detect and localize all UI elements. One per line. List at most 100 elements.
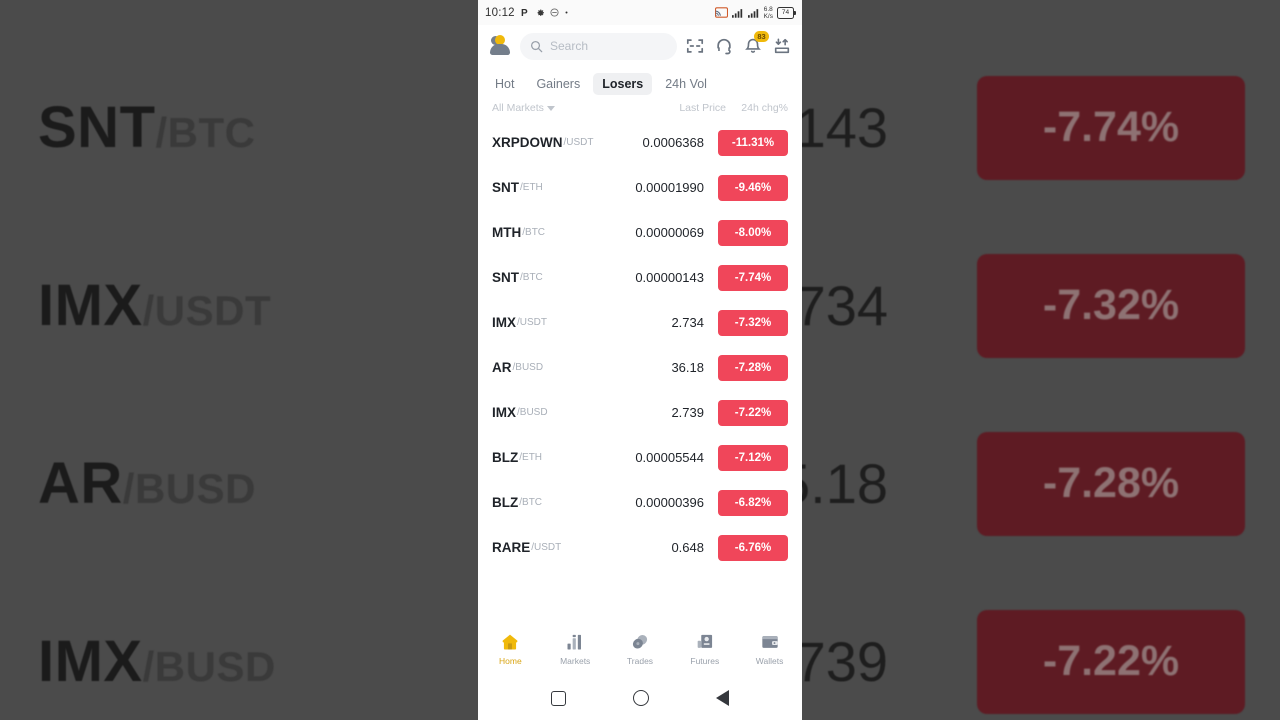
futures-icon — [697, 634, 712, 648]
table-row[interactable]: XRPDOWN /USDT 0.0006368 -11.31% — [478, 120, 802, 165]
column-last-price[interactable]: Last Price — [616, 102, 726, 114]
row-price: 36.18 — [671, 360, 704, 375]
nav-item-home[interactable]: Home — [478, 632, 543, 666]
recents-button[interactable] — [551, 690, 567, 706]
row-price: 0.00001990 — [635, 180, 704, 195]
tab-gainers[interactable]: Gainers — [527, 73, 589, 95]
row-change-badge[interactable]: -6.82% — [718, 489, 788, 516]
background-pair: IMX/USDT — [38, 273, 272, 338]
dot-icon — [565, 11, 568, 14]
dnd-icon — [550, 8, 559, 17]
background-change-badge: -7.22% — [977, 609, 1245, 714]
pair-base: SNT — [492, 270, 519, 285]
pair-base: IMX — [492, 405, 517, 420]
pair-quote: /ETH — [520, 182, 543, 193]
row-change-badge[interactable]: -8.00% — [718, 219, 788, 246]
tab-24h-vol[interactable]: 24h Vol — [656, 73, 716, 95]
table-row[interactable]: BLZ /BTC 0.00000396 -6.82% — [478, 480, 802, 525]
market-list: XRPDOWN /USDT 0.0006368 -11.31% SNT /ETH… — [478, 120, 802, 576]
avatar[interactable] — [489, 35, 511, 57]
background-price: 739 — [794, 630, 888, 693]
scan-icon[interactable] — [686, 37, 704, 55]
table-row[interactable]: MTH /BTC 0.00000069 -8.00% — [478, 210, 802, 255]
cast-icon — [714, 7, 728, 18]
row-price: 2.734 — [671, 315, 704, 330]
pair-base: IMX — [492, 315, 517, 330]
bottom-navigation: Home Markets Trades Futures Wallets — [478, 622, 802, 676]
search-input[interactable]: Search — [520, 32, 677, 60]
status-time: 10:12 — [485, 6, 515, 19]
background-pair: IMX/BUSD — [38, 629, 276, 694]
phone-screen: 10:12 P 6.8 K/s 74 Search 83 Hot Gainers… — [478, 0, 802, 720]
nav-item-trades[interactable]: Trades — [608, 632, 673, 666]
nav-item-markets[interactable]: Markets — [543, 632, 608, 666]
app-header: Search 83 — [478, 25, 802, 67]
row-price: 0.0006368 — [642, 135, 704, 150]
home-icon — [503, 634, 518, 650]
notification-badge: 83 — [754, 31, 769, 42]
row-change-badge[interactable]: -7.12% — [718, 444, 788, 471]
background-change-badge: -7.74% — [977, 75, 1245, 180]
background-change-badge: -7.28% — [977, 431, 1245, 536]
header-icon-group: 83 — [686, 31, 791, 55]
headset-icon[interactable] — [715, 37, 733, 55]
row-price: 0.00005544 — [635, 450, 704, 465]
nav-label: Trades — [626, 656, 654, 666]
row-price: 2.739 — [671, 405, 704, 420]
row-price: 0.648 — [671, 540, 704, 555]
table-row[interactable]: SNT /BTC 0.00000143 -7.74% — [478, 255, 802, 300]
chevron-down-icon — [546, 105, 555, 111]
row-price: 0.00000069 — [635, 225, 704, 240]
row-change-badge[interactable]: -7.32% — [718, 309, 788, 336]
row-change-badge[interactable]: -7.28% — [718, 354, 788, 381]
table-row[interactable]: SNT /ETH 0.00001990 -9.46% — [478, 165, 802, 210]
pair-quote: /USDT — [563, 137, 594, 148]
pair-base: MTH — [492, 225, 522, 240]
all-markets-label: All Markets — [492, 102, 544, 114]
nav-item-wallets[interactable]: Wallets — [737, 632, 802, 666]
markets-icon — [567, 634, 582, 650]
avatar-body — [490, 44, 510, 55]
row-price: 0.00000143 — [635, 270, 704, 285]
nav-item-futures[interactable]: Futures — [672, 632, 737, 666]
parking-p-icon: P — [521, 8, 528, 18]
column-header: All Markets Last Price 24h chg% — [478, 99, 802, 120]
nav-label: Futures — [690, 656, 720, 666]
pair-quote: /BTC — [519, 497, 543, 508]
pair-quote: /ETH — [519, 452, 543, 463]
status-bar: 10:12 P 6.8 K/s 74 — [478, 0, 802, 25]
nav-label: Home — [499, 656, 522, 666]
search-icon — [530, 40, 543, 52]
row-price: 0.00000396 — [635, 495, 704, 510]
tab-hot[interactable]: Hot — [486, 73, 523, 95]
back-button[interactable] — [715, 690, 729, 706]
row-change-badge[interactable]: -6.76% — [718, 534, 788, 561]
tab-losers[interactable]: Losers — [593, 73, 653, 95]
battery-indicator: 74 — [777, 6, 796, 19]
search-placeholder: Search — [550, 39, 589, 53]
pair-base: SNT — [492, 180, 519, 195]
background-pair: AR/BUSD — [38, 451, 256, 516]
table-row[interactable]: IMX /BUSD 2.739 -7.22% — [478, 390, 802, 435]
all-markets-filter[interactable]: All Markets — [492, 102, 555, 114]
row-change-badge[interactable]: -7.22% — [718, 399, 788, 426]
column-24h-change[interactable]: 24h chg% — [726, 102, 788, 114]
status-left-icons: P — [521, 7, 569, 18]
table-row[interactable]: AR /BUSD 36.18 -7.28% — [478, 345, 802, 390]
bell-icon[interactable]: 83 — [744, 31, 769, 55]
row-change-badge[interactable]: -11.31% — [718, 129, 788, 156]
table-row[interactable]: BLZ /ETH 0.00005544 -7.12% — [478, 435, 802, 480]
pair-quote: /USDT — [531, 542, 562, 553]
table-row[interactable]: IMX /USDT 2.734 -7.32% — [478, 300, 802, 345]
row-change-badge[interactable]: -7.74% — [718, 264, 788, 291]
table-row[interactable]: RARE /USDT 0.648 -6.76% — [478, 525, 802, 570]
deposit-withdraw-icon[interactable] — [773, 37, 791, 55]
status-right-icons: 6.8 K/s 74 — [714, 6, 796, 20]
pair-base: XRPDOWN — [492, 135, 563, 150]
data-rate: 6.8 K/s — [764, 6, 773, 20]
row-change-badge[interactable]: -9.46% — [718, 174, 788, 201]
home-button[interactable] — [632, 690, 649, 706]
signal-icon — [747, 8, 758, 18]
data-rate-unit: K/s — [763, 12, 773, 20]
svg-text:P: P — [521, 8, 528, 18]
